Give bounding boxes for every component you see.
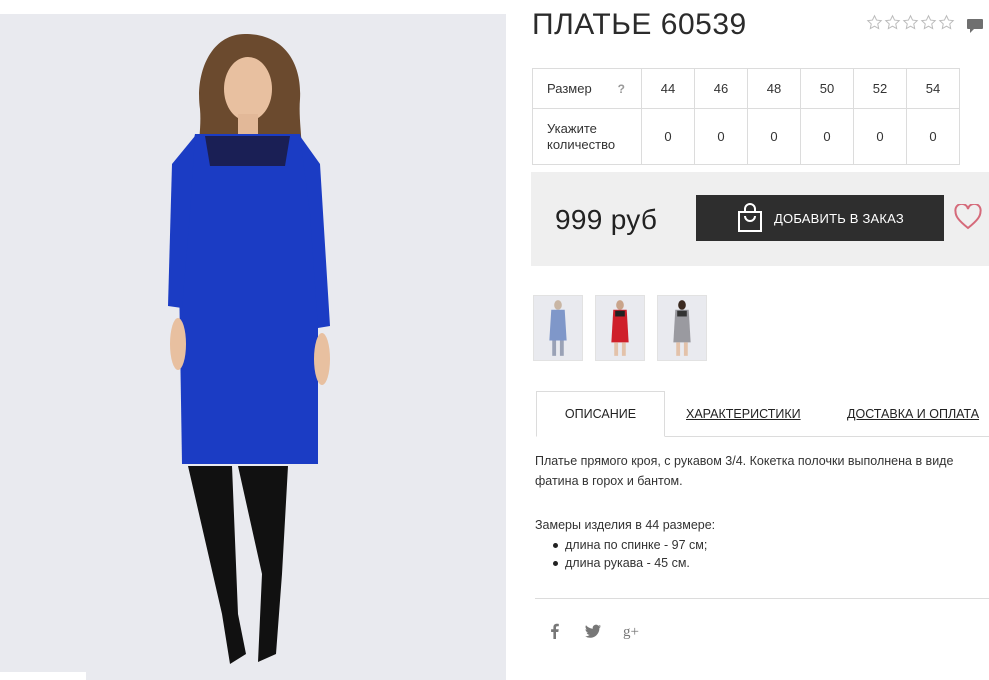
color-thumbnails (533, 295, 707, 361)
star-icon[interactable] (938, 14, 955, 31)
quantity-input[interactable]: 0 (800, 108, 854, 165)
size-label: Размер (547, 80, 592, 96)
sizes-table: Размер ? 44 46 48 50 52 54 Укажите колич… (532, 68, 960, 165)
quantity-input[interactable]: 0 (853, 108, 907, 165)
measurements-title: Замеры изделия в 44 размере: (535, 518, 716, 532)
rating-stars[interactable] (866, 14, 955, 31)
list-item: длина по спинке - 97 см; (535, 536, 715, 554)
list-item: длина рукава - 45 см. (535, 554, 715, 572)
photo-corner-gap (0, 672, 86, 680)
quantity-row: Укажите количество 0 0 0 0 0 0 (532, 108, 960, 165)
quantity-input[interactable]: 0 (906, 108, 960, 165)
size-value: 48 (747, 68, 801, 109)
thumbnail-image (534, 296, 582, 360)
price: 999 руб (555, 204, 658, 235)
google-plus-glyph: g+ (623, 624, 639, 640)
quantity-label: Укажите количество (532, 108, 642, 165)
price-panel: 999 руб ДОБАВИТЬ В ЗАКАЗ (531, 172, 989, 266)
size-help-icon[interactable]: ? (618, 81, 625, 97)
thumbnail-image (596, 296, 644, 360)
tab-delivery-payment[interactable]: ДОСТАВКА И ОПЛАТА (847, 391, 979, 437)
facebook-icon[interactable] (546, 622, 564, 640)
product-title: ПЛАТЬЕ 60539 (532, 8, 747, 41)
product-photo[interactable] (0, 14, 506, 680)
tab-description[interactable]: ОПИСАНИЕ (536, 391, 665, 437)
quantity-input[interactable]: 0 (694, 108, 748, 165)
twitter-icon[interactable] (584, 622, 602, 640)
google-plus-icon[interactable]: g+ (622, 622, 640, 640)
divider (535, 598, 989, 599)
measurement-text: длина по спинке - 97 см; (565, 538, 708, 552)
measurements-list: длина по спинке - 97 см; длина рукава - … (535, 536, 715, 572)
thumbnail-grey-dress[interactable] (657, 295, 707, 361)
measurement-text: длина рукава - 45 см. (565, 556, 690, 570)
thumbnail-red-dress[interactable] (595, 295, 645, 361)
tab-characteristics[interactable]: ХАРАКТЕРИСТИКИ (686, 391, 801, 437)
add-to-order-button[interactable]: ДОБАВИТЬ В ЗАКАЗ (696, 195, 944, 241)
sizes-row: Размер ? 44 46 48 50 52 54 (532, 68, 960, 109)
social-share: g+ (546, 622, 640, 640)
shopping-bag-icon (738, 203, 763, 232)
size-label-cell: Размер ? (532, 68, 642, 109)
comment-icon[interactable] (966, 18, 984, 34)
model-illustration (0, 14, 506, 680)
star-icon[interactable] (920, 14, 937, 31)
quantity-input[interactable]: 0 (747, 108, 801, 165)
quantity-input[interactable]: 0 (641, 108, 695, 165)
info-tabs: ОПИСАНИЕ ХАРАКТЕРИСТИКИ ДОСТАВКА И ОПЛАТ… (536, 391, 989, 437)
thumbnail-image (658, 296, 706, 360)
size-value: 46 (694, 68, 748, 109)
thumbnail-blue-dress[interactable] (533, 295, 583, 361)
size-value: 52 (853, 68, 907, 109)
size-value: 54 (906, 68, 960, 109)
size-value: 44 (641, 68, 695, 109)
star-icon[interactable] (884, 14, 901, 31)
add-to-order-label: ДОБАВИТЬ В ЗАКАЗ (774, 210, 904, 226)
size-value: 50 (800, 68, 854, 109)
star-icon[interactable] (902, 14, 919, 31)
heart-icon[interactable] (954, 204, 982, 230)
product-description: Платье прямого кроя, с рукавом 3/4. Коке… (535, 454, 954, 488)
star-icon[interactable] (866, 14, 883, 31)
measurements: Замеры изделия в 44 размере: длина по сп… (535, 516, 715, 572)
